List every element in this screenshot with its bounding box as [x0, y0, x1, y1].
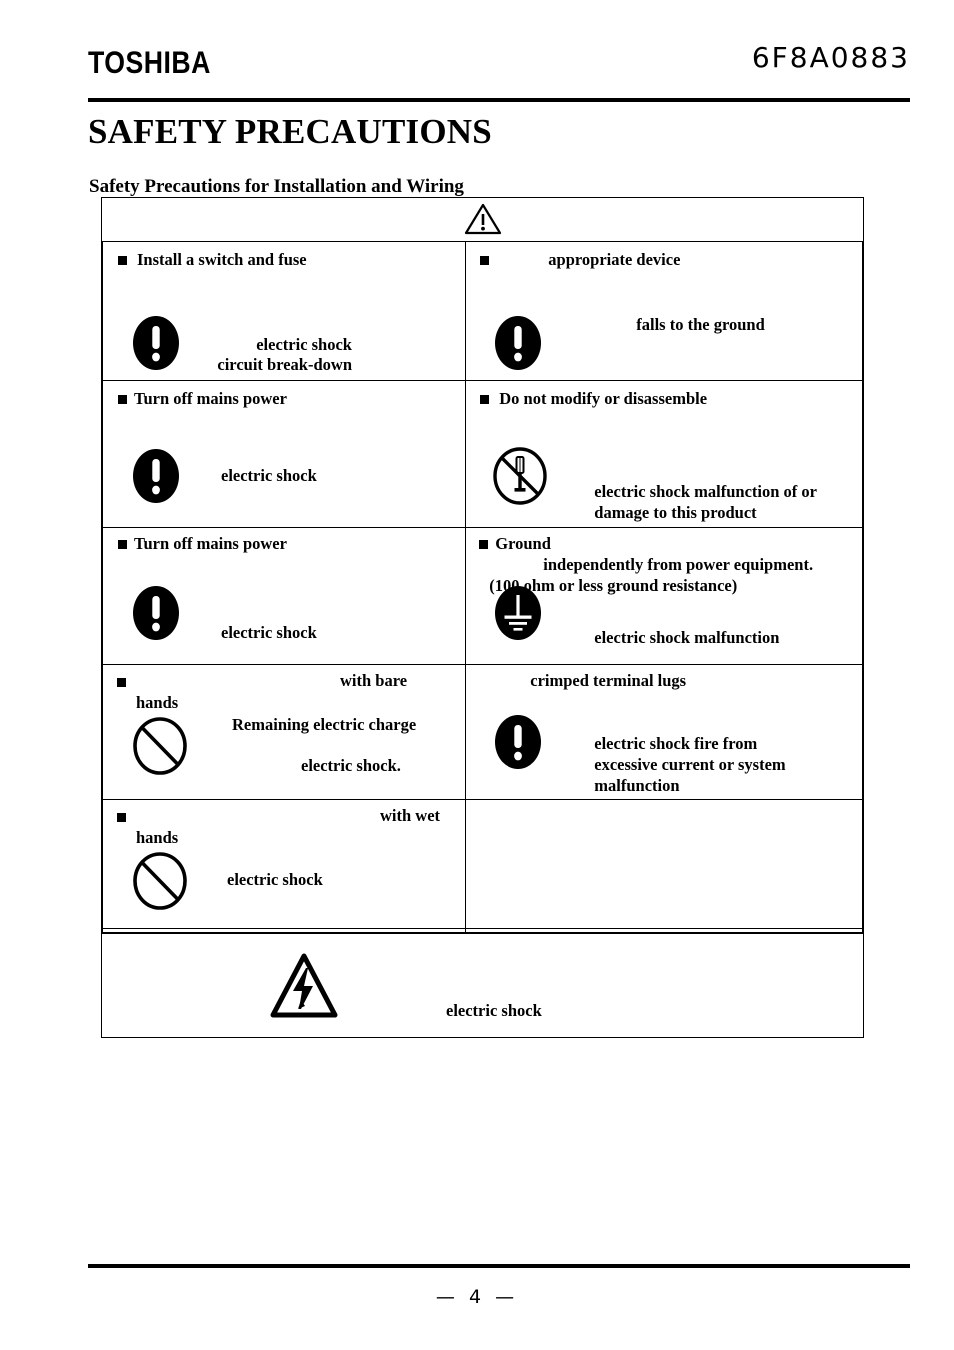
table-row: with wet hands electric shock: [101, 799, 863, 933]
prohibition-circle-icon: [133, 717, 187, 775]
warning-header-cell: [102, 198, 863, 242]
cell-text-line: electric shock fire from: [594, 734, 758, 753]
bullet-square-icon: [479, 540, 489, 549]
safety-precautions-table: Install a switch and fuse electric shock…: [101, 197, 864, 934]
cell-text-line: electric shock.: [301, 756, 401, 775]
cell-wet-hands: with wet hands electric shock: [101, 799, 467, 933]
toshiba-logo: TOSHIBA: [88, 45, 211, 81]
cell-text-line: electric shock: [221, 466, 317, 485]
cell-bare-hands: with bare hands Remaining electric charg…: [101, 664, 467, 800]
document-number: 6F8A0883: [751, 41, 910, 74]
cell-text-line: falls to the ground: [636, 315, 765, 334]
cell-ground: Ground independently from power equipmen…: [465, 527, 863, 665]
bullet-square-icon: [117, 678, 126, 687]
cell-text-line: hands: [136, 828, 179, 847]
prohibition-circle-icon: [133, 852, 187, 910]
cell-text-line: electric shock: [227, 870, 323, 889]
cell-heading: Turn off mains power: [134, 389, 287, 408]
exclamation-filled-circle-icon: [495, 715, 542, 769]
page-title: SAFETY PRECAUTIONS: [88, 112, 492, 151]
cell-heading: Do not modify or disassemble: [499, 389, 708, 408]
bullet-square-icon: [117, 813, 126, 822]
cell-appropriate-device: appropriate device falls to the ground: [465, 241, 863, 381]
no-disassemble-screwdriver-icon: [493, 447, 547, 505]
cell-text-line: damage to this product: [594, 503, 757, 522]
exclamation-filled-circle-icon: [495, 316, 542, 370]
cell-empty: [465, 799, 863, 933]
page-number: — 4 —: [435, 1286, 519, 1308]
section-title: Safety Precautions for Installation and …: [89, 176, 464, 197]
cell-text-line: electric shock malfunction: [594, 628, 780, 647]
document-page: TOSHIBA 6F8A0883 SAFETY PRECAUTIONS Safe…: [0, 0, 954, 1350]
high-voltage-triangle-icon: [270, 953, 338, 1018]
table-row: Install a switch and fuse electric shock…: [101, 241, 863, 381]
document-header: TOSHIBA 6F8A0883: [88, 44, 910, 92]
cell-heading: with bare: [340, 671, 408, 690]
cell-text-line: malfunction: [594, 776, 680, 795]
high-voltage-text: electric shock: [446, 1001, 542, 1020]
cell-heading: appropriate device: [548, 250, 681, 269]
cell-text-line: independently from power equipment.: [543, 555, 814, 574]
cell-text-line: circuit break-down: [217, 355, 352, 374]
cell-turn-off-mains-power-1: Turn off mains power electric shock: [101, 380, 467, 528]
exclamation-filled-circle-icon: [133, 449, 179, 503]
cell-heading: crimped terminal lugs: [530, 671, 687, 690]
bullet-square-icon: [118, 540, 127, 549]
exclamation-filled-circle-icon: [133, 316, 179, 370]
table-row: Turn off mains power electric shock: [101, 380, 863, 528]
footer-rule: [88, 1264, 910, 1268]
bullet-square-icon: [118, 256, 127, 265]
cell-text-line: electric shock: [256, 335, 352, 354]
cell-text-line: electric shock: [221, 623, 317, 642]
cell-heading: Install a switch and fuse: [137, 250, 307, 269]
cell-crimped-terminal-lugs: crimped terminal lugs electric shock fir…: [465, 664, 863, 800]
exclamation-filled-circle-icon: [133, 586, 179, 640]
header-rule: [88, 98, 910, 102]
cell-heading: with wet: [380, 806, 441, 825]
table-row: Turn off mains power electric shock: [101, 527, 863, 665]
ground-earth-icon: [495, 586, 542, 640]
cell-text-line: Remaining electric charge: [232, 715, 417, 734]
cell-text-line: electric shock malfunction of or: [594, 482, 817, 501]
bullet-square-icon: [480, 395, 490, 404]
cell-turn-off-mains-power-2: Turn off mains power electric shock: [101, 527, 467, 665]
bullet-square-icon: [480, 256, 490, 265]
bullet-square-icon: [118, 395, 127, 404]
cell-install-switch-fuse: Install a switch and fuse electric shock…: [101, 241, 467, 381]
high-voltage-warning-box: electric shock: [101, 928, 864, 1038]
cell-text-line: excessive current or system: [594, 755, 786, 774]
warning-triangle-icon: [464, 203, 501, 235]
table-row: with bare hands Remaining electric charg…: [101, 664, 863, 800]
cell-do-not-modify: Do not modify or disassemble electric sh…: [465, 380, 863, 528]
table-row: [102, 198, 863, 242]
cell-heading: Turn off mains power: [134, 534, 287, 553]
cell-heading: Ground: [495, 534, 551, 553]
cell-text-line: hands: [136, 693, 179, 712]
